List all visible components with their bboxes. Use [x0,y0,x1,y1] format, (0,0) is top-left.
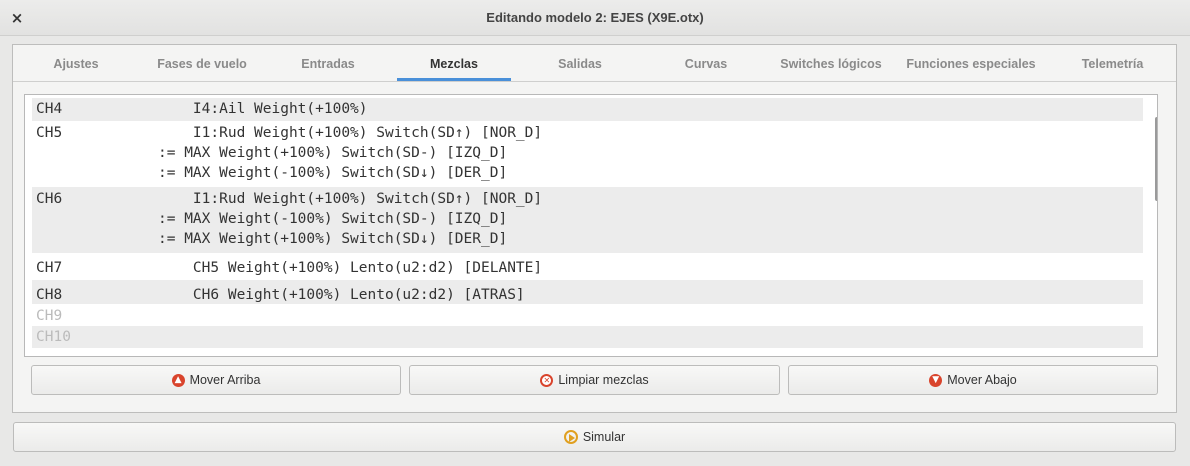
arrow-down-icon: ▼ [929,373,943,387]
scrollbar[interactable] [1155,117,1157,201]
tab-switches-logicos[interactable]: Switches lógicos [769,45,893,81]
channel-label: CH10 [36,329,71,345]
mix-row-ch7[interactable]: CH7 CH5 Weight(+100%) Lento(u2:d2) [DELA… [32,253,1143,280]
move-up-button[interactable]: ▲ Mover Arriba [31,365,401,395]
mix-line: I1:Rud Weight(+100%) Switch(SD↑) [NOR_D] [158,125,543,141]
mix-row-ch9[interactable]: CH9 [32,304,1143,326]
tab-ajustes[interactable]: Ajustes [13,45,139,81]
move-down-label: Mover Abajo [947,373,1017,387]
window-title: Editando modelo 2: EJES (X9E.otx) [486,10,704,25]
simulate-button[interactable]: Simular [13,422,1176,452]
play-icon [563,430,578,444]
clear-icon: ✕ [540,373,554,387]
channel-label: CH5 [36,125,63,141]
mix-line: := MAX Weight(+100%) Switch(SD-) [IZQ_D] [158,145,508,161]
move-down-button[interactable]: ▼ Mover Abajo [788,365,1158,395]
arrow-up-icon: ▲ [171,373,185,387]
mix-row-ch8[interactable]: CH8 CH6 Weight(+100%) Lento(u2:d2) [ATRA… [32,280,1143,304]
mix-line: I4:Ail Weight(+100%) [158,101,368,117]
mix-list[interactable]: CH4 I4:Ail Weight(+100%) CH5 I1:Rud Weig… [24,94,1158,357]
channel-label: CH6 [36,191,63,207]
channel-label: CH7 [36,260,63,276]
tab-telemetria[interactable]: Telemetría [1049,45,1176,81]
mix-line: := MAX Weight(+100%) Switch(SD↓) [DER_D] [158,231,508,247]
mix-row-ch6[interactable]: CH6 I1:Rud Weight(+100%) Switch(SD↑) [NO… [32,187,1143,253]
mix-row-ch10[interactable]: CH10 [32,326,1143,348]
mix-line: I1:Rud Weight(+100%) Switch(SD↑) [NOR_D] [158,191,543,207]
tab-entradas[interactable]: Entradas [265,45,391,81]
tab-bar: Ajustes Fases de vuelo Entradas Mezclas … [13,45,1176,82]
tab-mezclas[interactable]: Mezclas [397,45,511,81]
channel-label: CH8 [36,287,63,303]
mix-line: := MAX Weight(-100%) Switch(SD↓) [DER_D] [158,165,508,181]
mix-line: CH6 Weight(+100%) Lento(u2:d2) [ATRAS] [158,287,525,303]
tab-curvas[interactable]: Curvas [643,45,769,81]
mix-line: := MAX Weight(-100%) Switch(SD-) [IZQ_D] [158,211,508,227]
tab-salidas[interactable]: Salidas [517,45,643,81]
channel-label: CH4 [36,101,63,117]
move-up-label: Mover Arriba [189,373,261,387]
tab-funciones-especiales[interactable]: Funciones especiales [893,45,1049,81]
channel-label: CH9 [36,308,63,324]
mix-row-ch4[interactable]: CH4 I4:Ail Weight(+100%) [32,98,1143,121]
window-titlebar: × Editando modelo 2: EJES (X9E.otx) [0,0,1190,36]
mix-row-ch5[interactable]: CH5 I1:Rud Weight(+100%) Switch(SD↑) [NO… [32,121,1143,187]
editor-panel: Ajustes Fases de vuelo Entradas Mezclas … [12,44,1177,413]
clear-mixes-button[interactable]: ✕ Limpiar mezclas [409,365,780,395]
simulate-label: Simular [582,430,626,444]
mix-line: CH5 Weight(+100%) Lento(u2:d2) [DELANTE] [158,260,543,276]
clear-mixes-label: Limpiar mezclas [558,373,649,387]
tab-fases-de-vuelo[interactable]: Fases de vuelo [139,45,265,81]
